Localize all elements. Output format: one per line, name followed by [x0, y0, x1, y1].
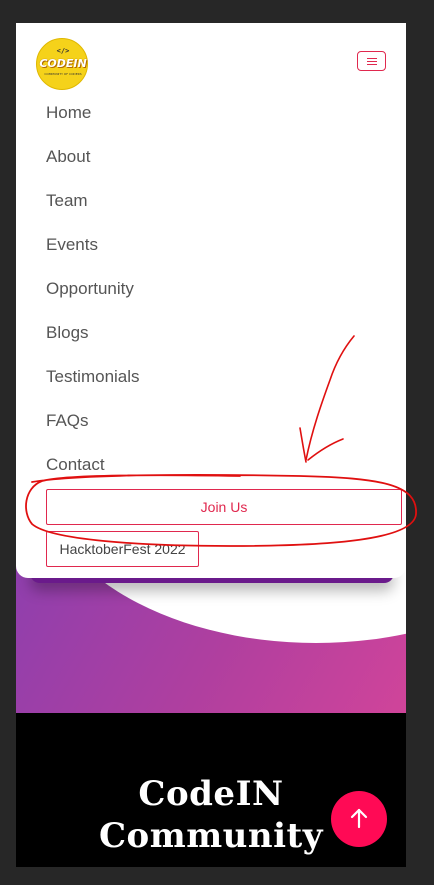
- hacktoberfest-button[interactable]: HacktoberFest 2022: [46, 531, 199, 567]
- logo-brand-text: CODEIN: [39, 57, 87, 70]
- nav-link-opportunity[interactable]: Opportunity: [46, 278, 134, 300]
- hamburger-menu-icon-bar: [367, 61, 377, 62]
- hamburger-menu-icon: [367, 58, 377, 59]
- join-us-button[interactable]: Join Us: [46, 489, 402, 525]
- hero-title-line1: CodeIN: [138, 774, 284, 814]
- nav-link-blogs[interactable]: Blogs: [46, 322, 89, 344]
- scroll-to-top-button[interactable]: [331, 791, 387, 847]
- hero-title-line2: Community: [98, 816, 323, 856]
- nav-link-home[interactable]: Home: [46, 102, 91, 124]
- nav-link-testimonials[interactable]: Testimonials: [46, 366, 140, 388]
- nav-link-events[interactable]: Events: [46, 234, 98, 256]
- navbar-toggler-button[interactable]: [357, 51, 386, 71]
- logo-tagline: COMMUNITY OF CODERS: [44, 72, 82, 76]
- hamburger-menu-icon-bar: [367, 64, 377, 65]
- arrow-up-icon: [350, 808, 368, 829]
- nav-link-team[interactable]: Team: [46, 190, 88, 212]
- mobile-nav-menu: </> CODEIN COMMUNITY OF CODERS Home Abou…: [16, 23, 406, 578]
- logo-code-glyph: </>: [56, 47, 70, 55]
- nav-link-faqs[interactable]: FAQs: [46, 410, 89, 432]
- nav-link-contact[interactable]: Contact: [46, 454, 105, 476]
- mobile-viewport: CodeIN Community </> CODEIN COMMUNITY OF…: [16, 23, 406, 867]
- codein-logo[interactable]: </> CODEIN COMMUNITY OF CODERS: [36, 38, 88, 90]
- nav-link-about[interactable]: About: [46, 146, 90, 168]
